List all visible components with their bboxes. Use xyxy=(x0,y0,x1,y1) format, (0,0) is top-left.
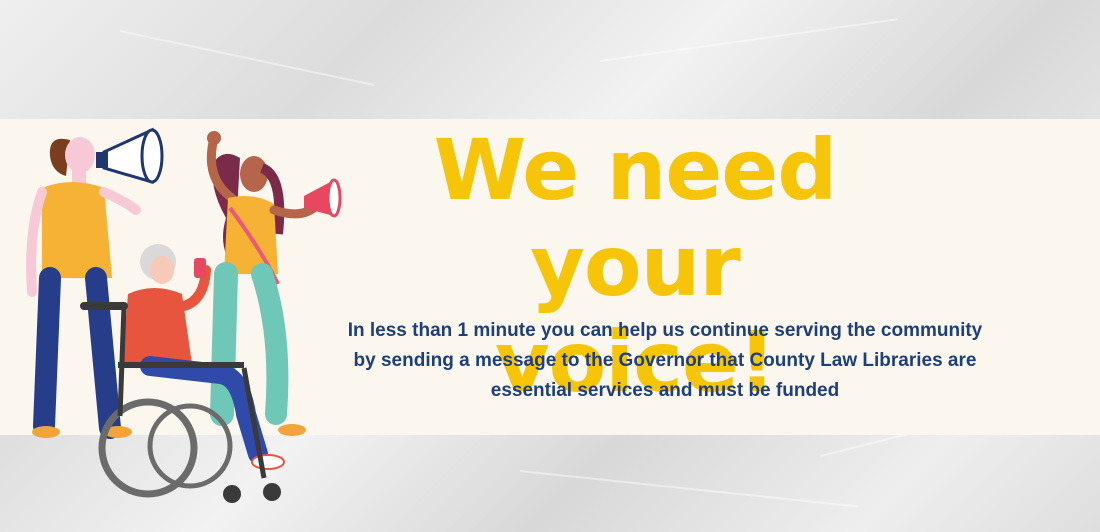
man-with-megaphone xyxy=(26,127,164,439)
message-line-2: by sending a message to the Governor tha… xyxy=(353,350,977,371)
paper-crease xyxy=(519,470,859,508)
megaphone-icon xyxy=(96,127,164,184)
call-to-action-message: In less than 1 minute you can help us co… xyxy=(320,316,1010,406)
paper-crease xyxy=(119,30,375,87)
headline-line-1: We need xyxy=(433,121,838,219)
activists-illustration xyxy=(26,127,342,503)
message-line-1: In less than 1 minute you can help us co… xyxy=(347,320,983,341)
message-line-3: essential services and must be funded xyxy=(490,380,840,401)
paper-crease xyxy=(600,18,898,62)
